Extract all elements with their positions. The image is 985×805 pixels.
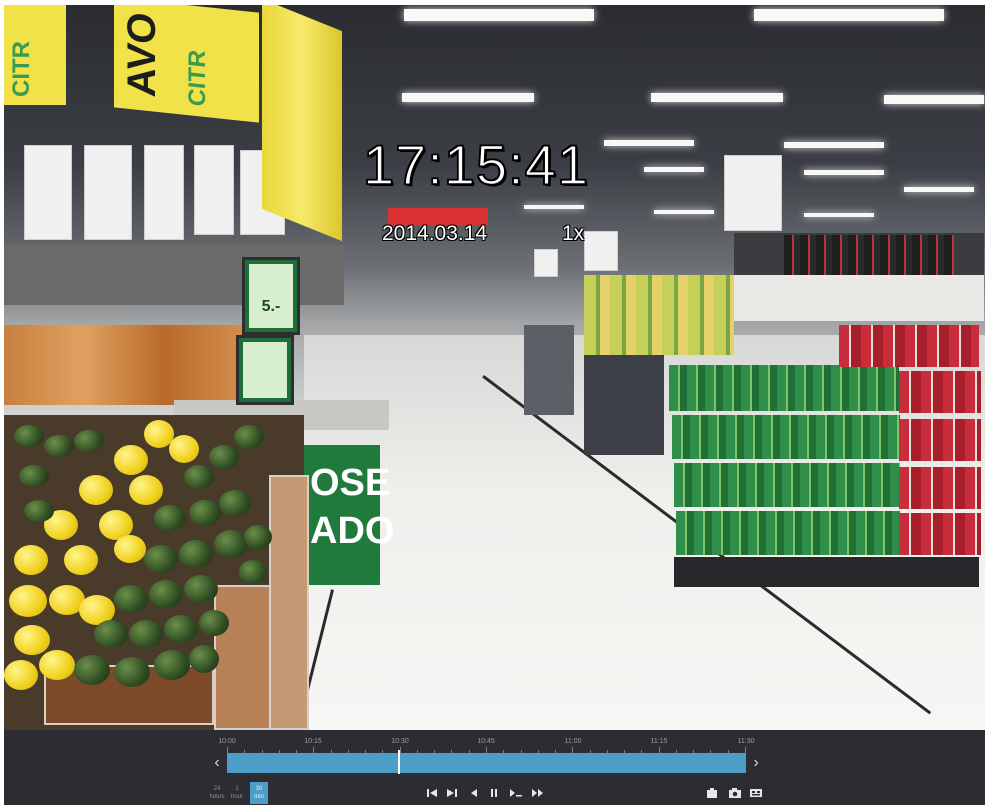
timeline-tick-label: 10:30 bbox=[391, 738, 409, 745]
skip-start-icon[interactable] bbox=[424, 786, 440, 800]
hanging-banner-main: AVO CITR bbox=[114, 5, 259, 123]
export-icon[interactable] bbox=[704, 786, 720, 800]
timeline-tick-label: 11:30 bbox=[737, 738, 755, 745]
zoom-24-hours-button[interactable]: 24 hours bbox=[208, 782, 226, 804]
multi-view-icon[interactable] bbox=[748, 786, 764, 800]
timeline-prev-button[interactable]: ‹ bbox=[211, 754, 223, 772]
osd-date: 2014.03.14 bbox=[382, 222, 488, 245]
fast-icon[interactable] bbox=[530, 786, 546, 800]
timeline-track[interactable] bbox=[227, 753, 746, 773]
snapshot-icon[interactable] bbox=[727, 786, 743, 800]
timeline-tick-label: 10:45 bbox=[477, 738, 495, 745]
video-viewport[interactable]: CITR AVO CITR OSE ADO 5.- bbox=[4, 5, 985, 730]
hanging-banner-left: CITR bbox=[4, 5, 66, 105]
timeline-playhead[interactable] bbox=[398, 750, 401, 774]
timeline-tick-label: 10:00 bbox=[218, 738, 236, 745]
zoom-1-hour-button[interactable]: 1 hour bbox=[228, 782, 246, 804]
osd-playback-speed: 1x bbox=[562, 222, 585, 245]
timeline-tick-label: 11:15 bbox=[650, 738, 668, 745]
zoom-30-min-button[interactable]: 30 min bbox=[250, 782, 268, 804]
timeline-tick-label: 10:15 bbox=[304, 738, 322, 745]
slow-icon[interactable] bbox=[507, 786, 523, 800]
step-back-icon[interactable] bbox=[466, 786, 482, 800]
timeline-next-button[interactable]: › bbox=[750, 754, 762, 772]
osd-time: 17:15:41 bbox=[362, 132, 589, 197]
price-sign: 5.- bbox=[242, 257, 300, 335]
skip-end-icon[interactable] bbox=[444, 786, 460, 800]
department-sign: OSE ADO bbox=[302, 445, 394, 585]
timeline-tick-label: 11:00 bbox=[564, 738, 582, 745]
pause-icon[interactable] bbox=[486, 786, 502, 800]
